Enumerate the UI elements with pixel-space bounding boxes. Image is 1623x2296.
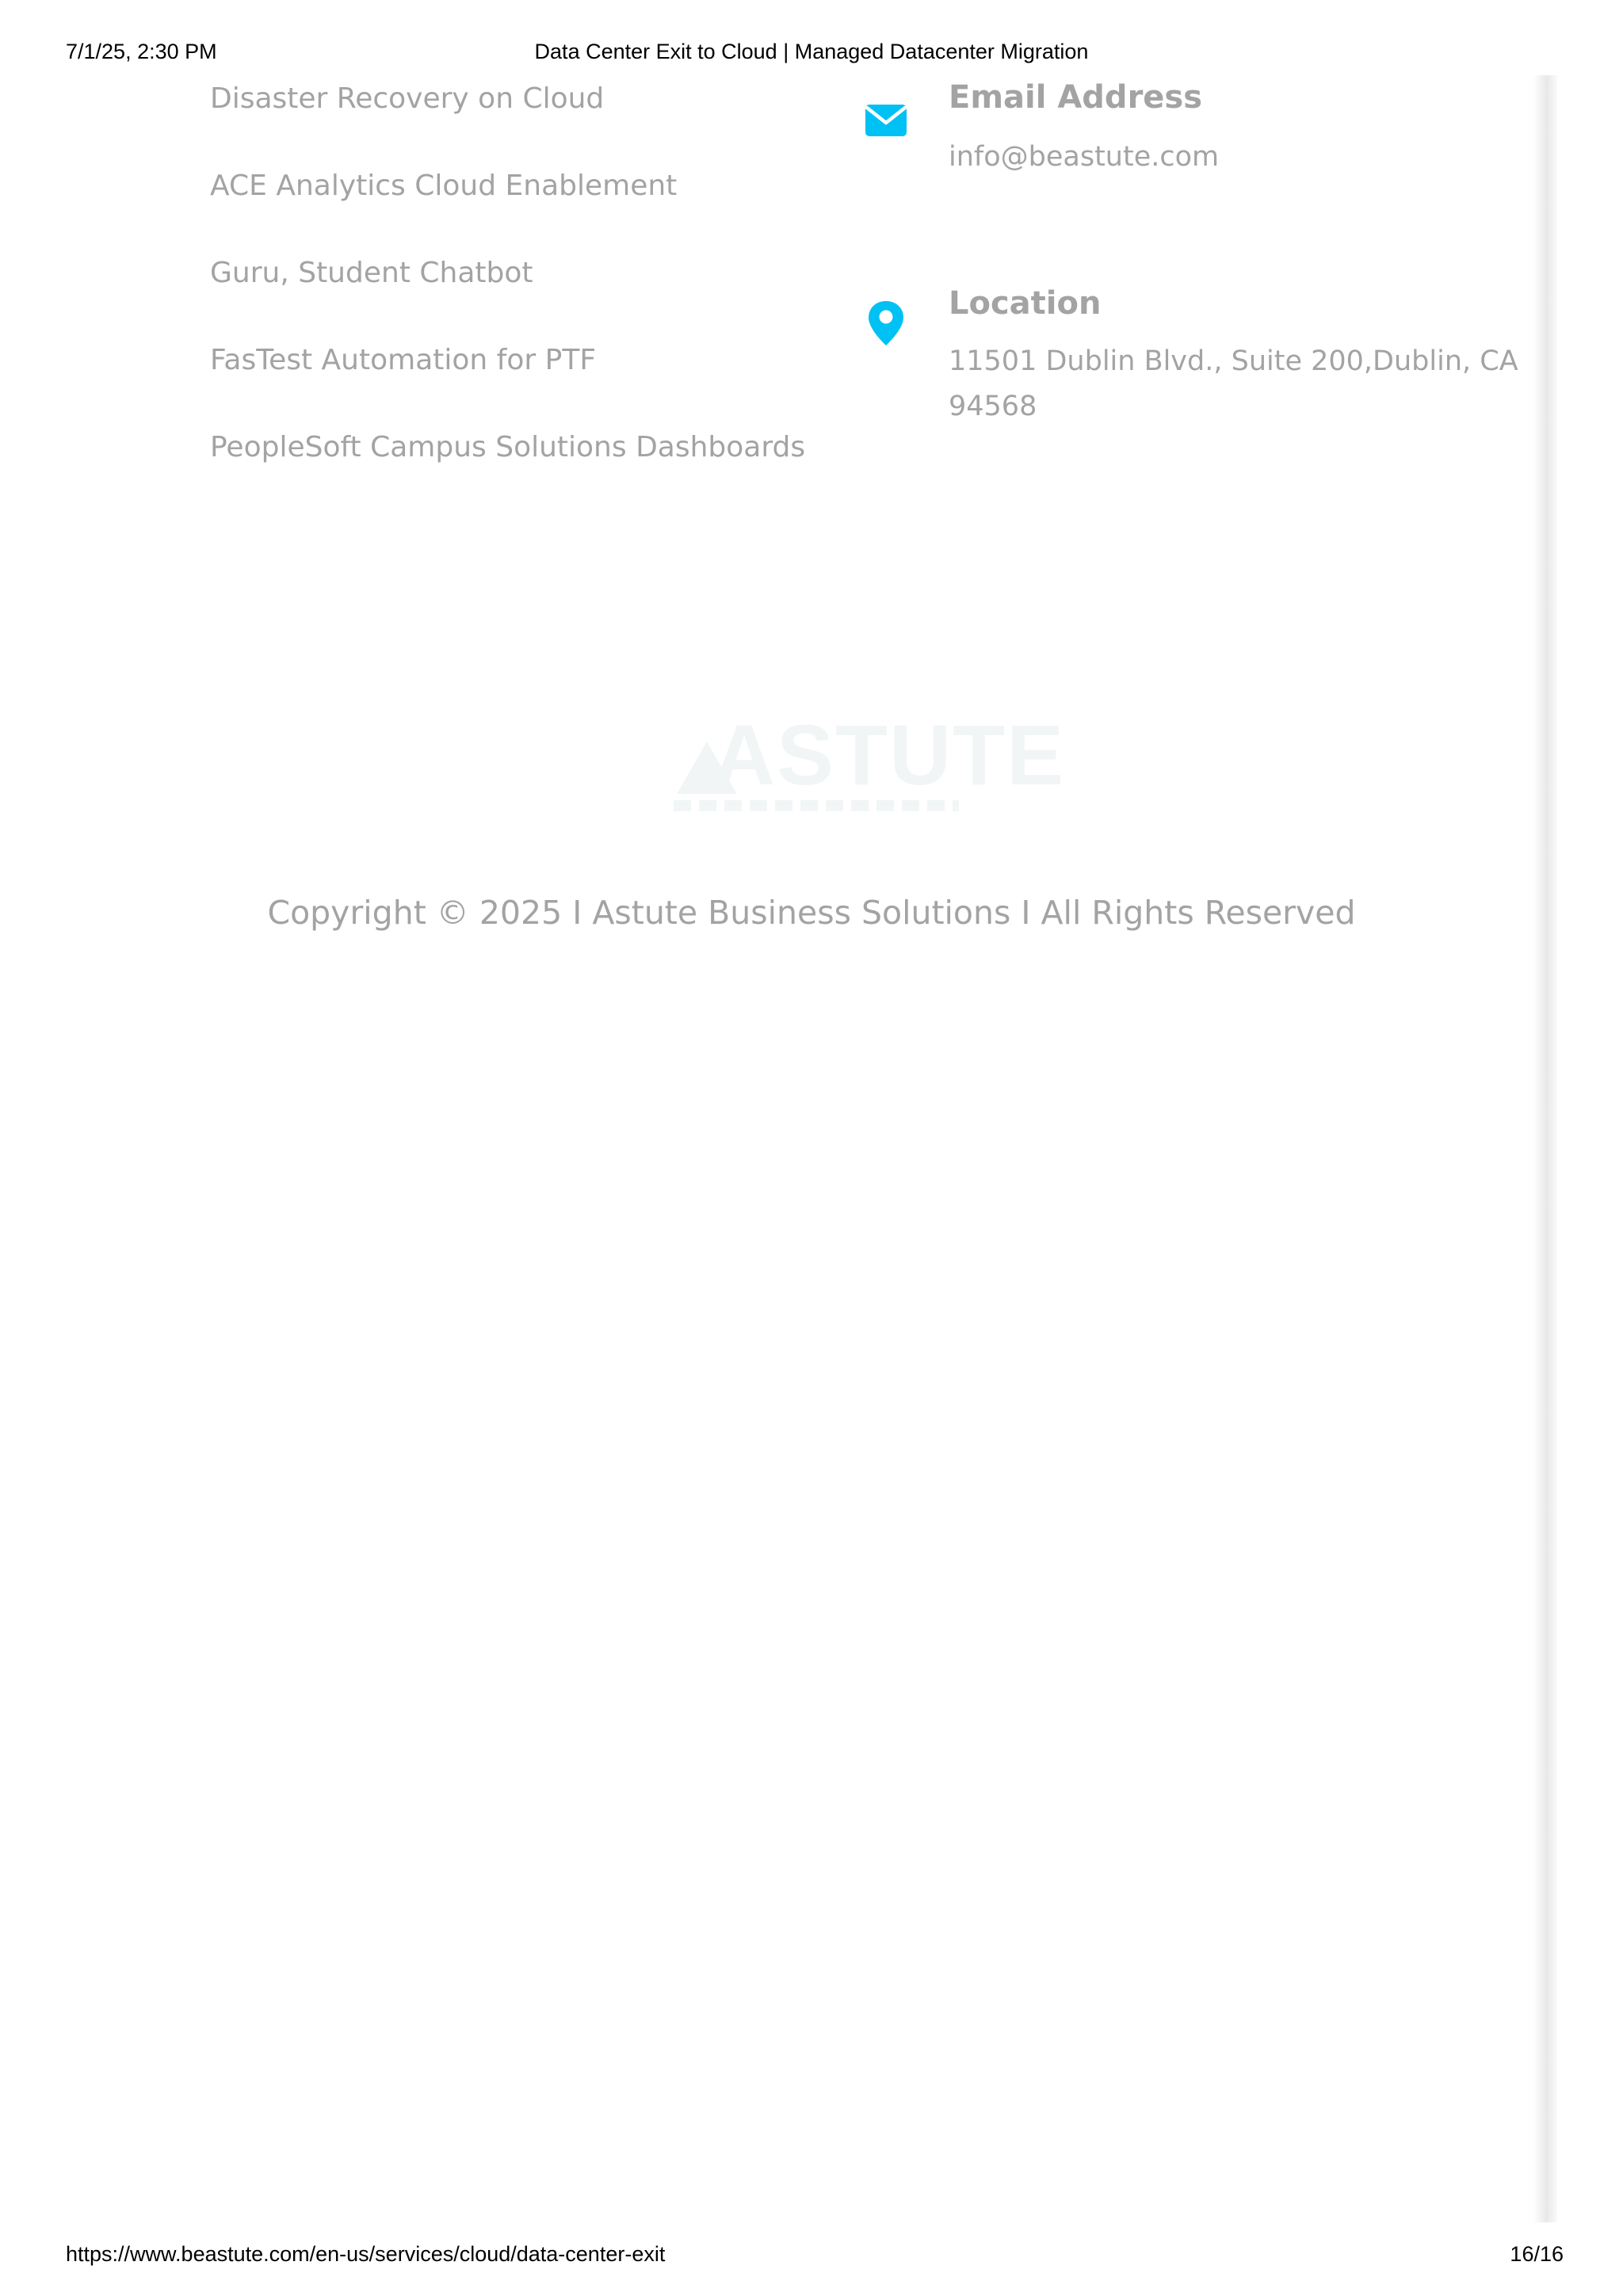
footer-link-fastest-automation[interactable]: FasTest Automation for PTF: [210, 341, 805, 428]
page-edge-shadow: [1533, 75, 1557, 2222]
print-header: 7/1/25, 2:30 PM Data Center Exit to Clou…: [0, 40, 1623, 71]
envelope-icon: [864, 98, 908, 143]
copyright-text: Copyright © 2025 I Astute Business Solut…: [267, 894, 1356, 932]
footer-link-disaster-recovery[interactable]: Disaster Recovery on Cloud: [210, 79, 805, 166]
print-footer: https://www.beastute.com/en-us/services/…: [0, 2242, 1623, 2274]
footer-links-list: Disaster Recovery on Cloud ACE Analytics…: [210, 79, 805, 515]
email-value[interactable]: info@beastute.com: [949, 135, 1519, 180]
location-title: Location: [949, 285, 1102, 322]
print-page-title: Data Center Exit to Cloud | Managed Data…: [534, 40, 1089, 63]
footer-link-campus-dashboards[interactable]: PeopleSoft Campus Solutions Dashboards: [210, 428, 805, 515]
logo-wordmark: ASTUTE: [713, 707, 1065, 803]
print-page-number: 16/16: [1510, 2242, 1564, 2266]
location-address: 11501 Dublin Blvd., Suite 200,Dublin, CA…: [949, 345, 1518, 422]
print-url: https://www.beastute.com/en-us/services/…: [66, 2242, 666, 2266]
logo-tagline: [674, 800, 959, 811]
map-pin-icon: [864, 299, 908, 345]
astute-logo[interactable]: ASTUTE: [666, 697, 1064, 832]
footer-link-guru-chatbot[interactable]: Guru, Student Chatbot: [210, 254, 805, 341]
footer-link-ace-analytics[interactable]: ACE Analytics Cloud Enablement: [210, 166, 805, 254]
email-title: Email Address: [949, 79, 1203, 116]
